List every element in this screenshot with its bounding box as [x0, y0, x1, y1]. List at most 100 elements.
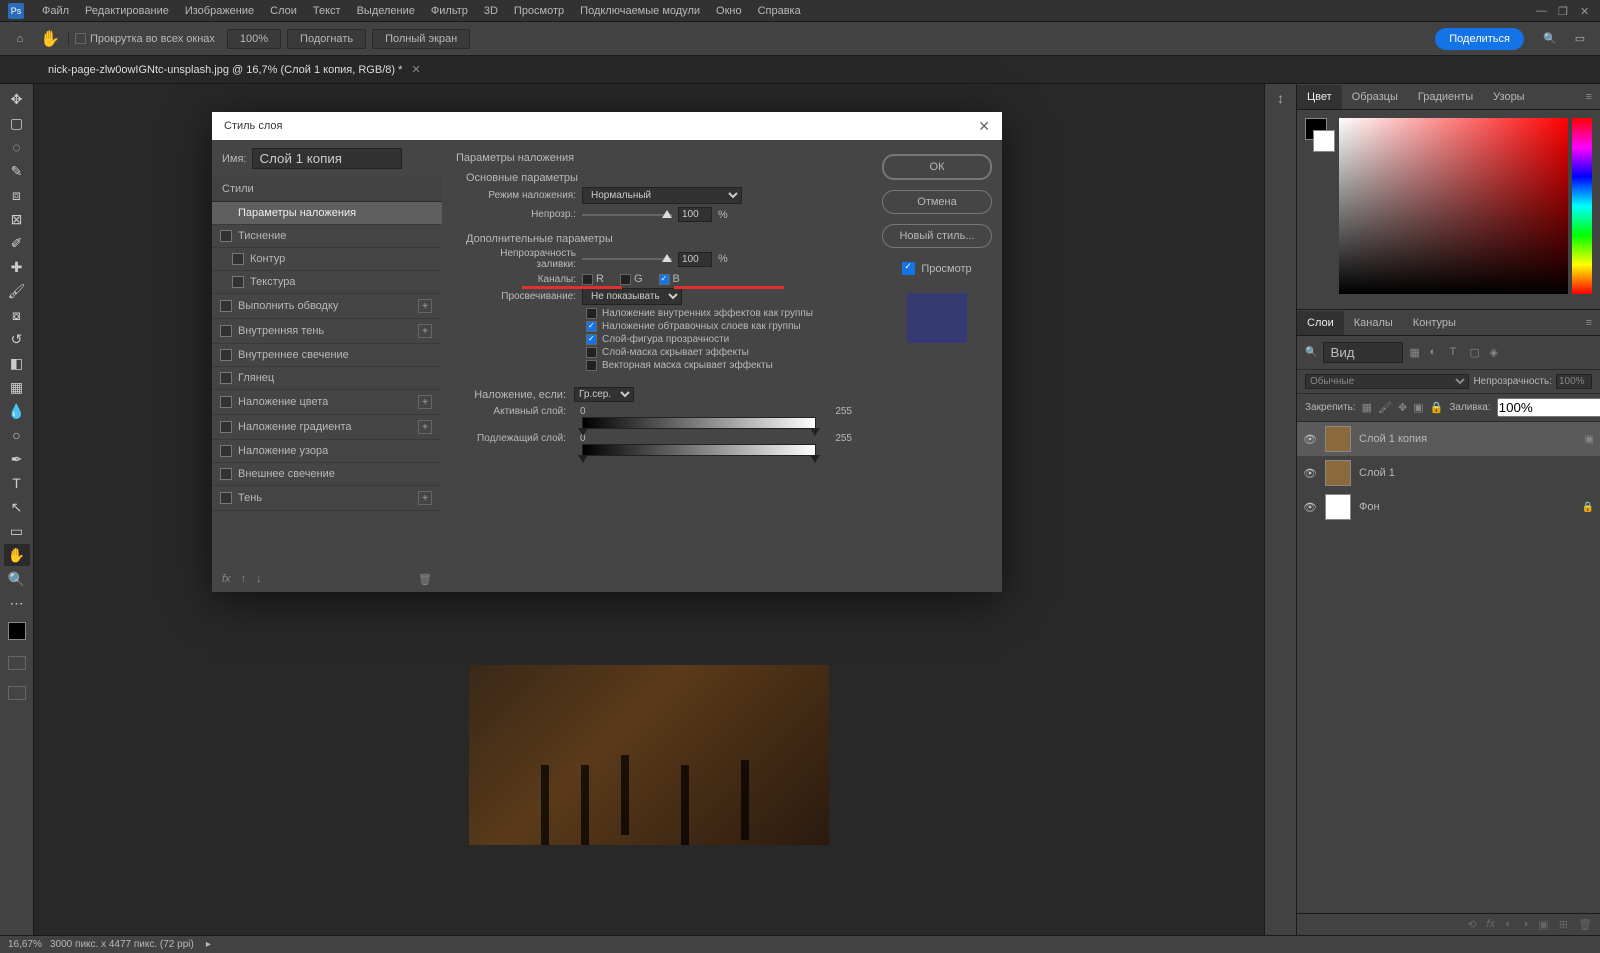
style-checkbox[interactable] — [220, 300, 232, 312]
group-layers-icon[interactable]: ▣ — [1538, 918, 1548, 931]
fx-menu-icon[interactable]: fx — [222, 573, 231, 586]
delete-layer-icon[interactable]: 🗑 — [1578, 918, 1592, 931]
style-up-icon[interactable]: ↑ — [241, 573, 247, 586]
adv-checkbox[interactable] — [586, 347, 597, 358]
eyedropper-tool[interactable]: ✐ — [4, 232, 30, 254]
layer-row[interactable]: 👁 Фон 🔒 — [1297, 490, 1600, 524]
close-icon[interactable]: ✕ — [1580, 5, 1592, 17]
layer-fill-input[interactable] — [1497, 398, 1600, 417]
style-item-6[interactable]: Внутреннее свечение — [212, 344, 442, 367]
quick-mask[interactable] — [8, 656, 26, 670]
channel-g-checkbox[interactable] — [620, 274, 631, 285]
adv-option-2[interactable]: Слой-фигура прозрачности — [586, 334, 858, 345]
underlying-gradient[interactable] — [582, 444, 816, 456]
adv-checkbox[interactable] — [586, 334, 597, 345]
screen-mode[interactable] — [8, 686, 26, 700]
adv-option-0[interactable]: Наложение внутренних эффектов как группы — [586, 308, 858, 319]
style-checkbox[interactable] — [220, 349, 232, 361]
crop-tool[interactable]: ⧈ — [4, 184, 30, 206]
adv-option-1[interactable]: Наложение обтравочных слоев как группы — [586, 321, 858, 332]
close-tab-icon[interactable]: ✕ — [411, 64, 420, 76]
adv-option-3[interactable]: Слой-маска скрывает эффекты — [586, 347, 858, 358]
style-item-0[interactable]: Параметры наложения — [212, 202, 442, 225]
preview-checkbox[interactable] — [902, 262, 915, 275]
this-layer-gradient[interactable] — [582, 417, 816, 429]
style-item-5[interactable]: Внутренняя тень+ — [212, 319, 442, 344]
add-effect-icon[interactable]: + — [418, 420, 432, 434]
layers-filter-input[interactable] — [1323, 342, 1403, 363]
style-checkbox[interactable] — [220, 372, 232, 384]
color-tab-3[interactable]: Узоры — [1483, 85, 1534, 109]
layer-opacity-input[interactable] — [1556, 374, 1592, 389]
style-checkbox[interactable] — [220, 445, 232, 457]
menu-Редактирование[interactable]: Редактирование — [77, 5, 177, 17]
add-effect-icon[interactable]: + — [418, 491, 432, 505]
gradient-tool[interactable]: ▦ — [4, 376, 30, 398]
menu-Справка[interactable]: Справка — [750, 5, 809, 17]
stamp-tool[interactable]: ⧇ — [4, 304, 30, 326]
style-checkbox[interactable] — [232, 253, 244, 265]
search-icon[interactable]: 🔍 — [1538, 27, 1562, 51]
layer-mask-icon[interactable]: ◐ — [1505, 918, 1512, 931]
zoom-tool[interactable]: 🔍 — [4, 568, 30, 590]
layer-thumbnail[interactable] — [1325, 426, 1351, 452]
lasso-tool[interactable]: ◌ — [4, 136, 30, 158]
style-item-7[interactable]: Глянец — [212, 367, 442, 390]
add-effect-icon[interactable]: + — [418, 299, 432, 313]
layers-tab-2[interactable]: Контуры — [1403, 311, 1466, 335]
style-checkbox[interactable] — [220, 492, 232, 504]
workspace-icon[interactable]: ▭ — [1568, 27, 1592, 51]
style-item-2[interactable]: Контур — [212, 248, 442, 271]
adv-option-4[interactable]: Векторная маска скрывает эффекты — [586, 360, 858, 371]
blend-mode-select[interactable]: Нормальный — [582, 187, 742, 204]
layers-tab-1[interactable]: Каналы — [1344, 311, 1403, 335]
fill-opacity-slider[interactable] — [582, 258, 672, 260]
style-item-9[interactable]: Наложение градиента+ — [212, 415, 442, 440]
fit-screen-button[interactable]: Подогнать — [287, 29, 366, 49]
style-item-1[interactable]: Тиснение — [212, 225, 442, 248]
filter-pixel-icon[interactable]: ▦ — [1409, 346, 1423, 360]
style-checkbox[interactable] — [220, 468, 232, 480]
filter-smart-icon[interactable]: ◈ — [1489, 346, 1503, 360]
layer-visibility-icon[interactable]: 👁 — [1303, 433, 1317, 446]
layer-visibility-icon[interactable]: 👁 — [1303, 501, 1317, 514]
menu-Окно[interactable]: Окно — [708, 5, 750, 17]
minimize-icon[interactable]: — — [1536, 5, 1548, 17]
dodge-tool[interactable]: ○ — [4, 424, 30, 446]
style-trash-icon[interactable]: 🗑 — [418, 573, 432, 586]
menu-Изображение[interactable]: Изображение — [177, 5, 262, 17]
fullscreen-button[interactable]: Полный экран — [372, 29, 470, 49]
menu-Выделение[interactable]: Выделение — [349, 5, 423, 17]
lock-artboard-icon[interactable]: ▣ — [1413, 401, 1423, 414]
opacity-slider[interactable] — [582, 214, 672, 216]
layers-tab-0[interactable]: Слои — [1297, 311, 1344, 335]
style-item-10[interactable]: Наложение узора — [212, 440, 442, 463]
dialog-close-icon[interactable]: ✕ — [978, 118, 990, 135]
menu-Слои[interactable]: Слои — [262, 5, 305, 17]
fill-opacity-value[interactable] — [678, 252, 712, 267]
layer-row[interactable]: 👁 Слой 1 — [1297, 456, 1600, 490]
cancel-button[interactable]: Отмена — [882, 190, 992, 214]
style-item-12[interactable]: Тень+ — [212, 486, 442, 511]
blur-tool[interactable]: 💧 — [4, 400, 30, 422]
color-tab-2[interactable]: Градиенты — [1408, 85, 1483, 109]
hand-tool-icon[interactable]: ✋ — [38, 27, 62, 51]
healing-tool[interactable]: ✚ — [4, 256, 30, 278]
layer-fx-icon[interactable]: fx — [1487, 918, 1496, 931]
lock-position-icon[interactable]: ✥ — [1398, 401, 1407, 414]
menu-Текст[interactable]: Текст — [305, 5, 349, 17]
layer-thumbnail[interactable] — [1325, 494, 1351, 520]
filter-adj-icon[interactable]: ◐ — [1429, 346, 1443, 360]
style-checkbox[interactable] — [220, 230, 232, 242]
background-color[interactable] — [1313, 130, 1335, 152]
menu-Файл[interactable]: Файл — [34, 5, 77, 17]
document-tab[interactable]: nick-page-zlw0owIGNtc-unsplash.jpg @ 16,… — [40, 63, 429, 76]
hand-tool[interactable]: ✋ — [4, 544, 30, 566]
menu-Фильтр[interactable]: Фильтр — [423, 5, 476, 17]
color-tab-1[interactable]: Образцы — [1342, 85, 1408, 109]
menu-Подключаемые модули[interactable]: Подключаемые модули — [572, 5, 708, 17]
filter-type-icon[interactable]: T — [1449, 346, 1463, 360]
color-tab-0[interactable]: Цвет — [1297, 85, 1342, 109]
edit-toolbar[interactable]: ⋯ — [4, 592, 30, 614]
opacity-value[interactable] — [678, 207, 712, 222]
